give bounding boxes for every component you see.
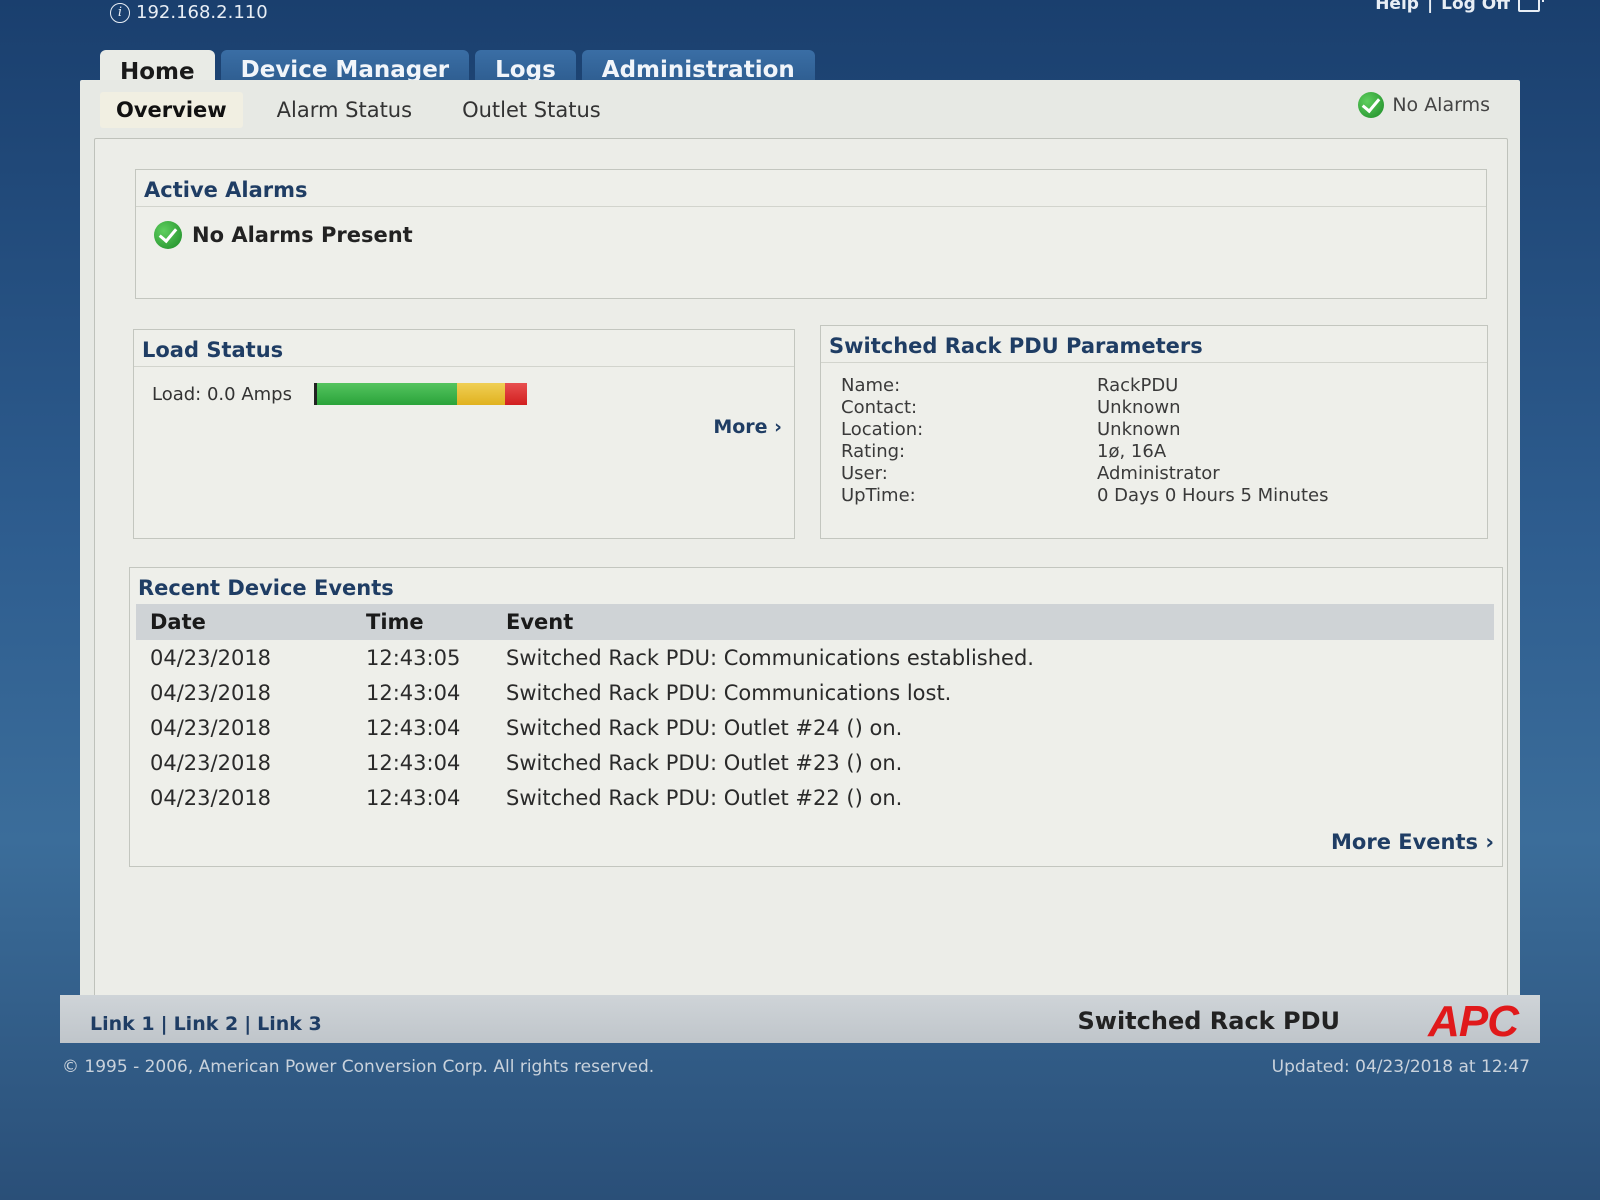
event-date: 04/23/2018 (150, 680, 272, 705)
content-frame: Active Alarms No Alarms Present Load Sta… (94, 138, 1508, 998)
event-time: 12:43:04 (366, 715, 461, 740)
footer-bar: Link 1 | Link 2 | Link 3 Switched Rack P… (60, 995, 1540, 1046)
param-key: Location: (841, 419, 924, 440)
top-links-separator: | (1426, 0, 1434, 14)
load-more-link[interactable]: More › (713, 416, 782, 438)
load-row: Load: 0.0 Amps (134, 367, 794, 405)
main-panel: Overview Alarm Status Outlet Status No A… (80, 80, 1520, 1042)
pdu-parameters-section: Switched Rack PDU Parameters Name: RackP… (820, 325, 1488, 539)
subtab-outlet-status[interactable]: Outlet Status (446, 92, 617, 128)
column-header-date: Date (136, 604, 352, 640)
param-key: User: (841, 463, 888, 484)
event-time: 12:43:05 (366, 645, 461, 670)
param-key: Rating: (841, 441, 906, 462)
column-header-event: Event (492, 604, 1494, 640)
alarm-summary[interactable]: No Alarms (1358, 92, 1490, 118)
event-text: Switched Rack PDU: Outlet #22 () on. (506, 785, 903, 810)
footer-link-3[interactable]: Link 3 (257, 1013, 322, 1035)
logoff-link[interactable]: Log Off (1441, 0, 1510, 14)
param-value: Unknown (1097, 419, 1181, 440)
active-alarms-title: Active Alarms (136, 170, 1486, 207)
load-bar-yellow-segment (456, 383, 505, 405)
load-bar-green-segment (316, 383, 457, 405)
load-bar (313, 383, 527, 405)
param-value: Administrator (1097, 463, 1220, 484)
footer-link-2[interactable]: Link 2 (174, 1013, 239, 1035)
table-row: 04/23/2018 12:43:04 Switched Rack PDU: C… (136, 675, 1494, 710)
subtab-overview[interactable]: Overview (100, 92, 243, 128)
logoff-icon[interactable] (1518, 0, 1544, 12)
event-date: 04/23/2018 (150, 715, 272, 740)
event-time: 12:43:04 (366, 680, 461, 705)
sub-navigation: Overview Alarm Status Outlet Status (100, 92, 635, 128)
recent-events-title: Recent Device Events (138, 576, 394, 600)
event-date: 04/23/2018 (150, 785, 272, 810)
table-row: 04/23/2018 12:43:05 Switched Rack PDU: C… (136, 640, 1494, 675)
more-events-link[interactable]: More Events › (1331, 830, 1494, 854)
info-icon: i (110, 2, 130, 23)
table-row: 04/23/2018 12:43:04 Switched Rack PDU: O… (136, 710, 1494, 745)
alarms-message: No Alarms Present (192, 223, 413, 247)
footer-separator: | (244, 1013, 252, 1035)
param-value: RackPDU (1097, 375, 1179, 396)
load-label: Load: 0.0 Amps (152, 383, 292, 405)
pdu-parameters-list: Name: RackPDU Contact: Unknown Location:… (821, 363, 1487, 518)
param-key: UpTime: (841, 485, 916, 506)
param-key: Name: (841, 375, 901, 396)
event-text: Switched Rack PDU: Communications establ… (506, 645, 1034, 670)
table-row: 04/23/2018 12:43:04 Switched Rack PDU: O… (136, 780, 1494, 815)
event-time: 12:43:04 (366, 750, 461, 775)
param-value: 0 Days 0 Hours 5 Minutes (1097, 485, 1329, 506)
event-text: Switched Rack PDU: Outlet #24 () on. (506, 715, 903, 740)
recent-events-section: Recent Device Events Date Time Event 04/… (129, 567, 1503, 867)
apc-logo: APC (1428, 997, 1519, 1046)
events-table: Date Time Event 04/23/2018 12:43:05 Swit… (136, 604, 1494, 815)
column-header-time: Time (352, 604, 492, 640)
event-text: Switched Rack PDU: Outlet #23 () on. (506, 750, 903, 775)
load-bar-red-segment (504, 383, 527, 405)
alarm-summary-label: No Alarms (1392, 94, 1490, 116)
event-date: 04/23/2018 (150, 645, 272, 670)
check-circle-icon (154, 221, 182, 249)
param-value: Unknown (1097, 397, 1181, 418)
product-name: Switched Rack PDU (1077, 1007, 1341, 1035)
event-date: 04/23/2018 (150, 750, 272, 775)
load-status-title: Load Status (134, 330, 794, 367)
pdu-parameters-title: Switched Rack PDU Parameters (821, 326, 1487, 363)
footer-links: Link 1 | Link 2 | Link 3 (90, 1013, 322, 1035)
param-key: Contact: (841, 397, 918, 418)
table-row: 04/23/2018 12:43:04 Switched Rack PDU: O… (136, 745, 1494, 780)
footer-separator: | (160, 1013, 168, 1035)
alarms-status: No Alarms Present (136, 207, 1486, 263)
copyright-notice: © 1995 - 2006, American Power Conversion… (62, 1057, 655, 1077)
events-header-row: Date Time Event (136, 604, 1494, 640)
device-address: i 192.168.2.110 (110, 2, 268, 23)
updated-timestamp: Updated: 04/23/2018 at 12:47 (1271, 1057, 1530, 1077)
event-text: Switched Rack PDU: Communications lost. (506, 680, 952, 705)
subtab-alarm-status[interactable]: Alarm Status (261, 92, 428, 128)
help-link[interactable]: Help (1375, 0, 1419, 14)
top-bar: i 192.168.2.110 Help | Log Off (0, 0, 1600, 30)
param-value: 1ø, 16A (1097, 441, 1167, 462)
load-status-section: Load Status Load: 0.0 Amps More › (133, 329, 795, 539)
footer-link-1[interactable]: Link 1 (90, 1013, 155, 1035)
check-circle-icon (1358, 92, 1385, 118)
event-time: 12:43:04 (366, 785, 461, 810)
top-links: Help | Log Off (1375, 0, 1544, 14)
active-alarms-section: Active Alarms No Alarms Present (135, 169, 1487, 299)
ip-address: 192.168.2.110 (136, 2, 268, 23)
